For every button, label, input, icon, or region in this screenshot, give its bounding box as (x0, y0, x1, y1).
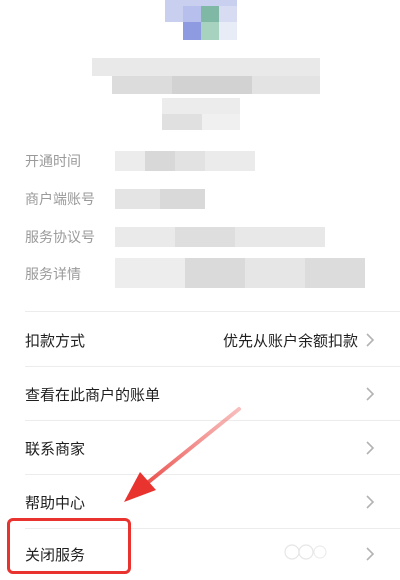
arrow-icon (124, 407, 241, 502)
